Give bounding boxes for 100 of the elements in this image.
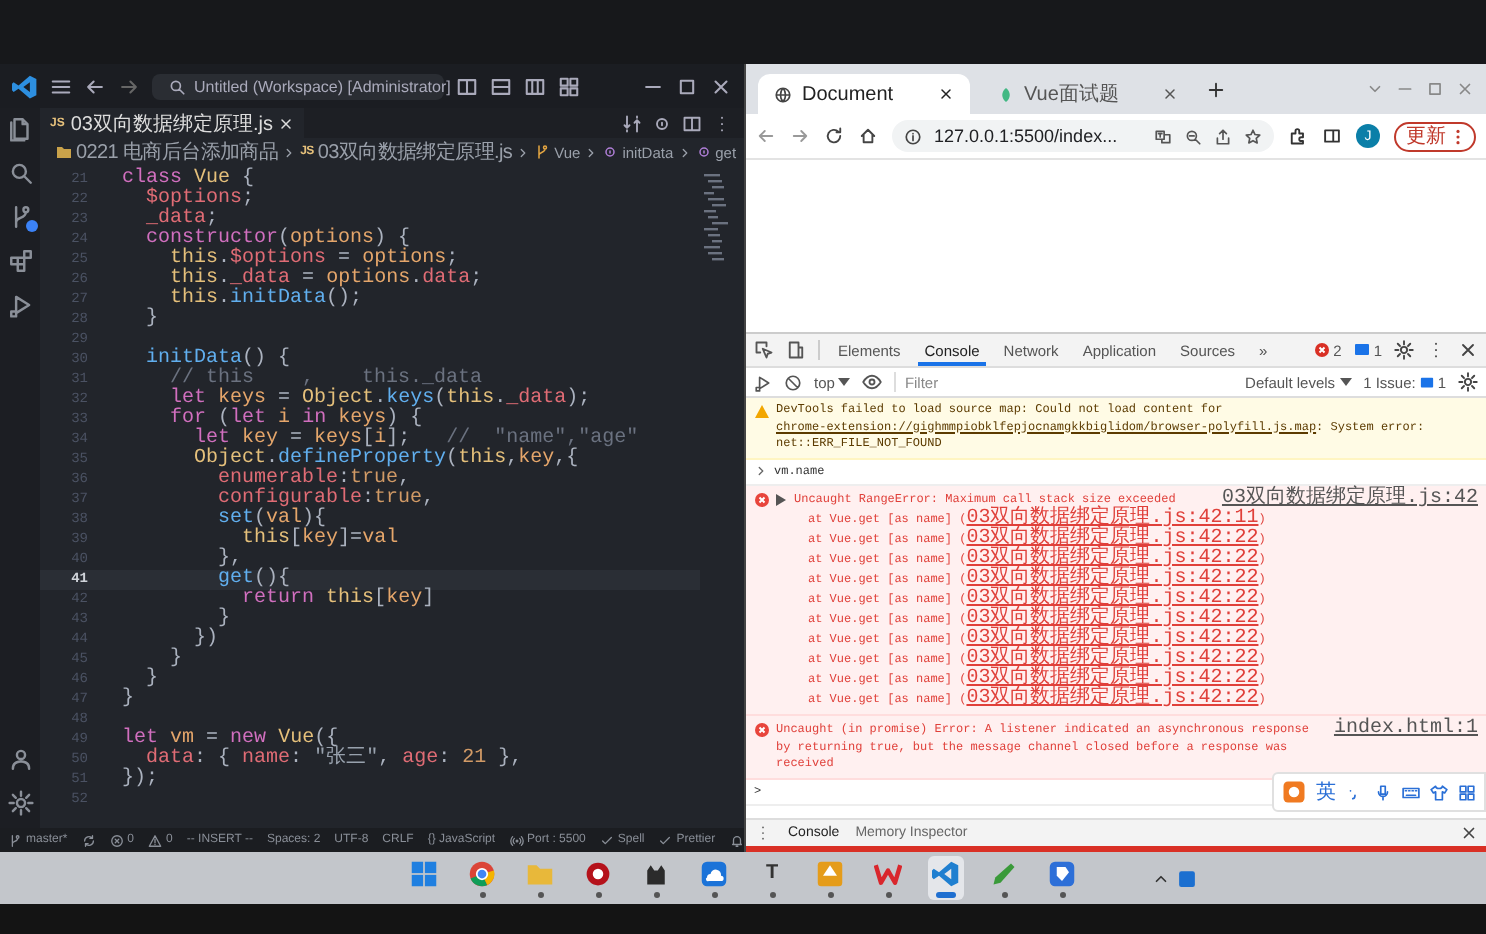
warning-icon bbox=[148, 833, 163, 847]
message-icon bbox=[1353, 342, 1370, 358]
update-button[interactable]: 更新 bbox=[1394, 121, 1476, 151]
error-icon bbox=[754, 492, 770, 508]
extensions-icon[interactable] bbox=[1288, 126, 1308, 146]
forward-icon[interactable] bbox=[118, 75, 140, 97]
bell-icon[interactable] bbox=[729, 833, 744, 847]
settings-icon[interactable] bbox=[7, 790, 33, 816]
run-icon[interactable] bbox=[7, 292, 33, 318]
expand-icon[interactable] bbox=[776, 494, 786, 506]
source-link[interactable]: 03双向数据绑定原理.js:42 bbox=[1221, 490, 1478, 510]
layout-icon[interactable] bbox=[456, 75, 478, 97]
inspect-icon[interactable] bbox=[754, 340, 774, 360]
split-icon[interactable] bbox=[682, 113, 702, 133]
close-icon[interactable] bbox=[1458, 340, 1478, 360]
notification-badge bbox=[25, 220, 37, 232]
code-line: this[key]=val bbox=[240, 530, 399, 550]
search-icon[interactable] bbox=[7, 160, 33, 186]
microphone-icon[interactable] bbox=[1374, 783, 1392, 801]
chevron-down-icon[interactable] bbox=[1366, 80, 1384, 98]
chevron-icon bbox=[584, 145, 599, 159]
close-icon[interactable] bbox=[938, 86, 954, 102]
shirt-icon[interactable] bbox=[1430, 783, 1448, 801]
keyboard-icon[interactable] bbox=[1402, 783, 1420, 801]
code-line: this.initData(); bbox=[168, 290, 363, 310]
clear-icon[interactable] bbox=[784, 373, 802, 391]
source-link[interactable]: index.html:1 bbox=[1333, 720, 1478, 740]
code-line: class Vue { bbox=[122, 170, 255, 190]
browser-tab[interactable]: Document bbox=[758, 74, 970, 114]
back-icon[interactable] bbox=[84, 75, 106, 97]
taskbar-app[interactable]: T bbox=[765, 860, 779, 888]
eye-icon[interactable] bbox=[862, 372, 883, 392]
code-line: enumerable:true, bbox=[216, 470, 411, 490]
sidebar-toggle-icon[interactable] bbox=[754, 373, 772, 391]
panel-icon[interactable] bbox=[490, 75, 512, 97]
code-line: this.$options = options; bbox=[168, 250, 459, 270]
ime-logo-icon bbox=[1282, 780, 1306, 804]
settings-icon[interactable] bbox=[1458, 372, 1478, 392]
device-icon[interactable] bbox=[786, 340, 806, 360]
forward-icon[interactable] bbox=[790, 126, 810, 146]
code-line: this._data = options.data; bbox=[168, 270, 483, 290]
tag-app-icon[interactable] bbox=[1048, 860, 1076, 888]
settings-icon[interactable] bbox=[1394, 340, 1414, 360]
close-icon[interactable] bbox=[1460, 824, 1478, 842]
caret-icon bbox=[1339, 377, 1352, 387]
grid-icon[interactable] bbox=[1458, 783, 1476, 801]
grid-icon[interactable] bbox=[558, 75, 580, 97]
code-line: data: { name: "张三", age: 21 }, bbox=[146, 750, 523, 770]
browser-tab[interactable]: Vue面试题 bbox=[982, 74, 1194, 114]
home-icon[interactable] bbox=[858, 126, 878, 146]
error-icon bbox=[109, 833, 124, 847]
files-icon[interactable] bbox=[7, 116, 33, 142]
share-icon[interactable] bbox=[1214, 127, 1232, 145]
extensions-icon[interactable] bbox=[7, 248, 33, 274]
code-line: constructor(options) { bbox=[144, 230, 411, 250]
zigzag-app-icon[interactable] bbox=[874, 860, 902, 888]
sync-icon[interactable] bbox=[81, 833, 96, 847]
check-icon bbox=[599, 833, 614, 847]
round-app-icon[interactable] bbox=[468, 860, 496, 888]
code-line: let key = keys[i]; // "name","age" bbox=[192, 430, 639, 450]
cat-icon[interactable] bbox=[642, 860, 670, 888]
code-line: } bbox=[122, 690, 135, 710]
caret-icon bbox=[838, 377, 851, 387]
account-icon[interactable] bbox=[7, 746, 33, 772]
info-icon bbox=[904, 127, 922, 145]
error-icon bbox=[754, 722, 770, 738]
globe-icon bbox=[774, 85, 792, 103]
cloud-app-icon[interactable] bbox=[700, 860, 728, 888]
folder-icon bbox=[56, 144, 72, 160]
compare-icon[interactable] bbox=[622, 113, 642, 133]
leaf-icon bbox=[998, 85, 1014, 103]
columns-icon[interactable] bbox=[524, 75, 546, 97]
star-icon[interactable] bbox=[1244, 127, 1262, 145]
source-link[interactable]: 03双向数据绑定原理.js:42:22 bbox=[966, 688, 1259, 710]
editor-logo-icon bbox=[12, 73, 38, 99]
menu-icon[interactable] bbox=[50, 75, 72, 97]
translate-icon[interactable] bbox=[1154, 127, 1172, 145]
code-line: }, bbox=[216, 550, 243, 570]
tray-app-icon[interactable] bbox=[1178, 869, 1196, 887]
search-icon bbox=[168, 77, 186, 95]
address-bar[interactable]: 127.0.0.1:5500/index... bbox=[892, 120, 1274, 152]
prompt-icon bbox=[754, 464, 768, 479]
reload-icon[interactable] bbox=[824, 126, 844, 146]
close-icon[interactable] bbox=[278, 115, 295, 131]
breadcrumb-item[interactable]: 0221 电商后台添加商品 bbox=[76, 138, 279, 166]
start-icon[interactable] bbox=[410, 860, 438, 888]
close-icon[interactable] bbox=[710, 75, 732, 97]
minimap-drawing[interactable] bbox=[700, 174, 732, 262]
code-app-icon[interactable] bbox=[932, 860, 960, 888]
code-line: _data; bbox=[144, 210, 219, 230]
code-line: set(val){ bbox=[216, 510, 327, 530]
maximize-icon[interactable] bbox=[676, 75, 698, 97]
new-tab-icon[interactable] bbox=[1206, 79, 1226, 99]
chevron-icon bbox=[282, 145, 297, 159]
code-line: configurable:true, bbox=[216, 490, 435, 510]
sidebar-icon[interactable] bbox=[1322, 126, 1342, 146]
ime-toolbar[interactable]: 英 bbox=[1272, 772, 1486, 812]
zoom-out-icon[interactable] bbox=[1184, 127, 1202, 145]
chevron-icon bbox=[516, 145, 531, 159]
code-line: } bbox=[216, 610, 231, 630]
